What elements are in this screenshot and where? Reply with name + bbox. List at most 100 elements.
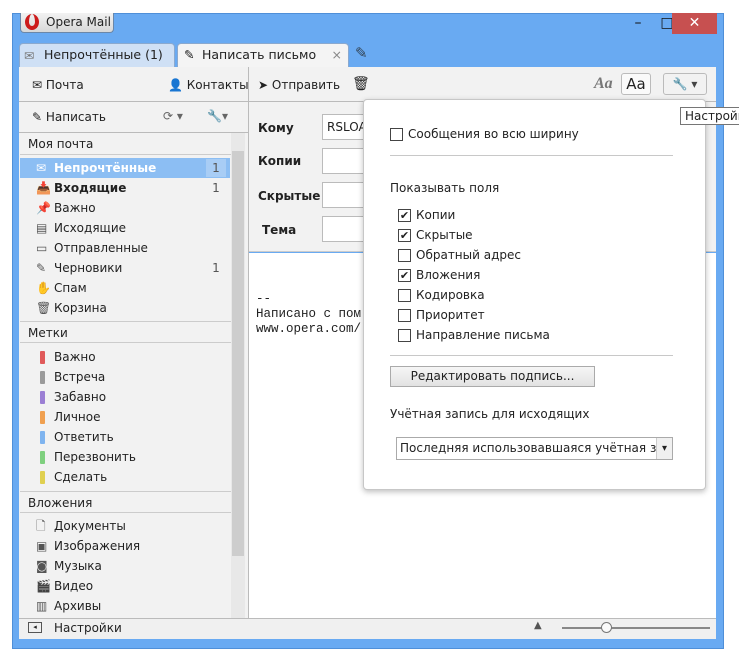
field-checkbox[interactable] — [398, 309, 411, 322]
tag-icon — [40, 411, 45, 424]
unread-count: 1 — [212, 261, 220, 275]
plain-text-button[interactable]: Aa — [621, 73, 651, 95]
label-item[interactable]: Встреча — [20, 367, 228, 387]
attachment-name: Документы — [54, 519, 126, 533]
contacts-label: Контакты — [186, 78, 249, 92]
attachment-item[interactable]: 🎬 Видео — [20, 576, 228, 596]
close-button[interactable]: ✕ — [672, 13, 717, 34]
sync-button[interactable]: ⟳ ▾ — [163, 109, 183, 123]
field-checkbox[interactable]: ✔ — [398, 269, 411, 282]
attachment-item[interactable]: ▥ Архивы — [20, 596, 228, 616]
attachment-item[interactable]: 🗋 Документы — [20, 516, 228, 536]
label-name: Важно — [54, 350, 96, 364]
wrench-menu-button[interactable]: 🔧▾ — [207, 109, 228, 123]
full-width-label: Сообщения во всю ширину — [408, 127, 579, 141]
sidebar-item[interactable]: 🗑 Корзина — [20, 298, 230, 318]
tab-compose[interactable]: ✎ Написать письмо × — [177, 43, 349, 67]
tag-icon — [40, 391, 45, 404]
attachment-item[interactable]: ▣ Изображения — [20, 536, 228, 556]
send-button[interactable]: ➤ Отправить — [258, 78, 340, 92]
rich-text-button[interactable]: Aa — [594, 75, 613, 93]
cc-label: Копии — [258, 154, 302, 168]
zoom-slider[interactable] — [562, 622, 710, 633]
sidebar-item[interactable]: 📥 Входящие 1 — [20, 178, 230, 198]
field-checkbox-label: Обратный адрес — [416, 248, 521, 262]
label-item[interactable]: Перезвонить — [20, 447, 228, 467]
account-select-value: Последняя использовавшаяся учётная запис… — [400, 441, 673, 455]
edit-signature-button[interactable]: Редактировать подпись... — [390, 366, 595, 387]
bcc-label: Скрытые — [258, 189, 321, 203]
field-checkbox[interactable]: ✔ — [398, 229, 411, 242]
label-name: Перезвонить — [54, 450, 136, 464]
label-name: Забавно — [54, 390, 107, 404]
trash-icon: 🗑 — [36, 301, 52, 315]
label-item[interactable]: Забавно — [20, 387, 228, 407]
mail-label: Почта — [45, 78, 84, 92]
sidebar-scrollbar[interactable] — [231, 133, 245, 618]
to-field[interactable]: RSLOA — [322, 114, 367, 140]
new-tab-button[interactable]: ✎ — [355, 44, 368, 62]
field-checkbox-label: Скрытые — [416, 228, 473, 242]
full-width-checkbox[interactable] — [390, 128, 403, 141]
compose-button[interactable]: ✎ Написать — [32, 110, 106, 124]
contacts-button[interactable]: 👤 Контакты — [168, 78, 249, 92]
minimize-button[interactable]: – — [623, 13, 653, 34]
bcc-field[interactable] — [322, 182, 367, 208]
field-checkbox-label: Направление письма — [416, 328, 550, 342]
cc-field[interactable] — [322, 148, 367, 174]
sidebar-item-label: Непрочтённые — [54, 161, 157, 175]
field-checkbox[interactable]: ✔ — [398, 209, 411, 222]
tab-unread[interactable]: ✉ Непрочтённые (1) — [19, 43, 175, 67]
attachment-item[interactable]: ◙ Музыка — [20, 556, 228, 576]
signature-text: -- Написано с пом www.opera.com/ — [256, 292, 361, 337]
field-checkbox[interactable] — [398, 249, 411, 262]
section-my-mail[interactable]: Моя почта — [20, 133, 231, 155]
section-labels[interactable]: Метки — [20, 321, 231, 343]
label-item[interactable]: Важно — [20, 347, 228, 367]
account-header: Учётная запись для исходящих — [390, 407, 590, 421]
field-checkbox[interactable] — [398, 329, 411, 342]
scrollbar-thumb[interactable] — [232, 151, 244, 556]
trash-button[interactable]: 🗑 — [352, 76, 370, 92]
label-item[interactable]: Ответить — [20, 427, 228, 447]
tab-close-button[interactable]: × — [332, 44, 342, 66]
outbox-icon: ▤ — [36, 221, 48, 235]
sidebar-item-label: Исходящие — [54, 221, 127, 235]
section-attachments[interactable]: Вложения — [20, 491, 231, 513]
settings-button[interactable]: 🔧 ▾ — [663, 73, 707, 95]
tab-label: Непрочтённые (1) — [44, 47, 163, 62]
sidebar-item[interactable]: 📌 Важно — [20, 198, 230, 218]
image-icon: ▣ — [36, 539, 48, 553]
speaker-icon: ◙ — [36, 559, 48, 573]
archive-icon: ▥ — [36, 599, 48, 613]
tag-icon — [40, 431, 45, 444]
sidebar-item[interactable]: ▭ Отправленные — [20, 238, 230, 258]
sidebar-item[interactable]: ✋ Спам — [20, 278, 230, 298]
inbox-icon: 📥 — [36, 181, 51, 195]
unread-count: 1 — [212, 181, 220, 195]
field-checkbox-label: Вложения — [416, 268, 481, 282]
label-item[interactable]: Сделать — [20, 467, 228, 487]
divider — [390, 155, 673, 156]
envelope-icon: ✉ — [24, 48, 35, 63]
send-label: Отправить — [271, 78, 341, 92]
envelope-icon: ✉ — [36, 161, 47, 175]
account-select[interactable]: Последняя использовавшаяся учётная запис… — [396, 437, 673, 460]
pin-icon: 📌 — [36, 201, 51, 215]
sidebar-item[interactable]: ✎ Черновики 1 — [20, 258, 230, 278]
sidebar-item[interactable]: ✉ Непрочтённые 1 — [20, 158, 230, 178]
sidebar-item[interactable]: ▤ Исходящие — [20, 218, 230, 238]
subject-field[interactable] — [322, 216, 367, 242]
mail-button[interactable]: ✉ Почта — [32, 78, 84, 92]
field-checkbox[interactable] — [398, 289, 411, 302]
toggle-panel-button[interactable]: ◂ — [28, 622, 42, 633]
opera-menu-button[interactable]: Opera Mail — [20, 13, 114, 33]
sidebar-item-label: Корзина — [54, 301, 107, 315]
app-title: Opera Mail — [46, 15, 111, 29]
attachment-name: Видео — [54, 579, 94, 593]
arrow-up-icon[interactable]: ▲ — [534, 620, 542, 631]
status-label: Настройки — [54, 621, 122, 635]
label-item[interactable]: Личное — [20, 407, 228, 427]
body-line: www.opera.com/ — [256, 322, 362, 336]
paper-plane-icon: ➤ — [258, 78, 269, 92]
